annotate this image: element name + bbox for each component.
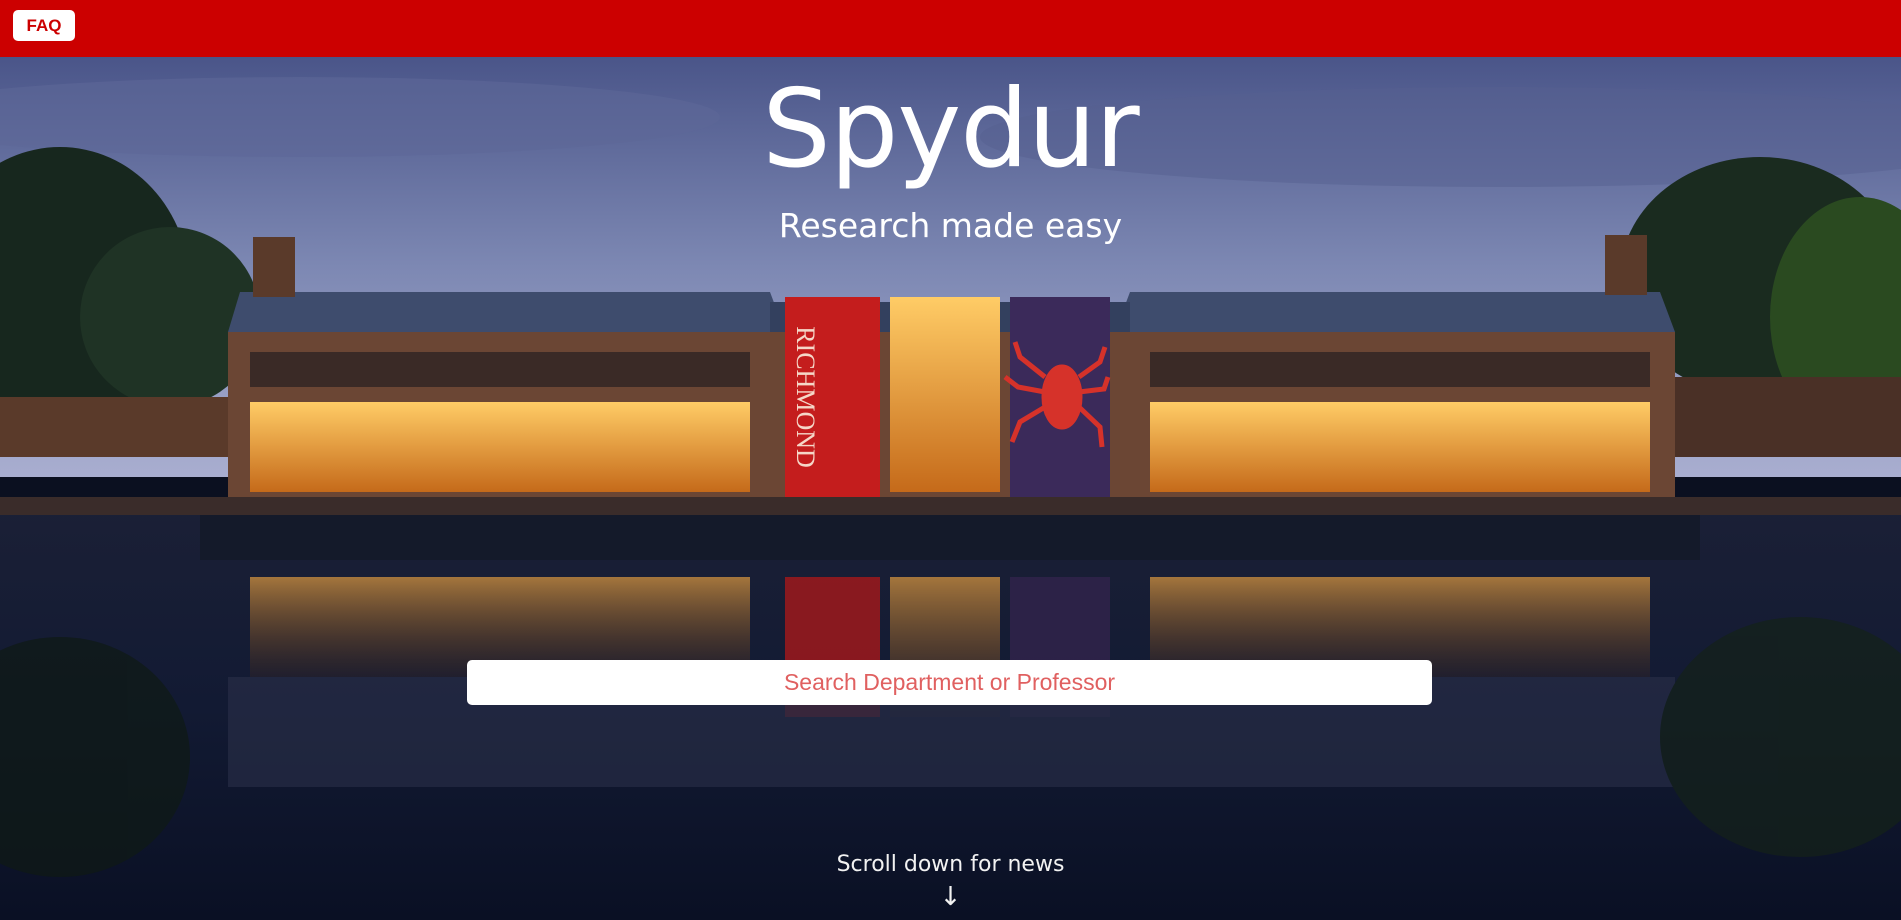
- banner-text: RICHMOND: [791, 326, 820, 468]
- search-container: [467, 660, 1432, 705]
- faq-button[interactable]: FAQ: [13, 10, 75, 41]
- top-nav-bar: FAQ: [0, 0, 1901, 57]
- search-input[interactable]: [467, 660, 1432, 705]
- arrow-down-icon: ↓: [939, 882, 962, 912]
- scroll-hint-text: Scroll down for news: [836, 852, 1065, 877]
- page-title: Spydur: [762, 67, 1139, 192]
- page-subtitle: Research made easy: [778, 206, 1123, 245]
- hero-section: RICHMOND Spydur Research made easy Searc…: [0, 57, 1901, 920]
